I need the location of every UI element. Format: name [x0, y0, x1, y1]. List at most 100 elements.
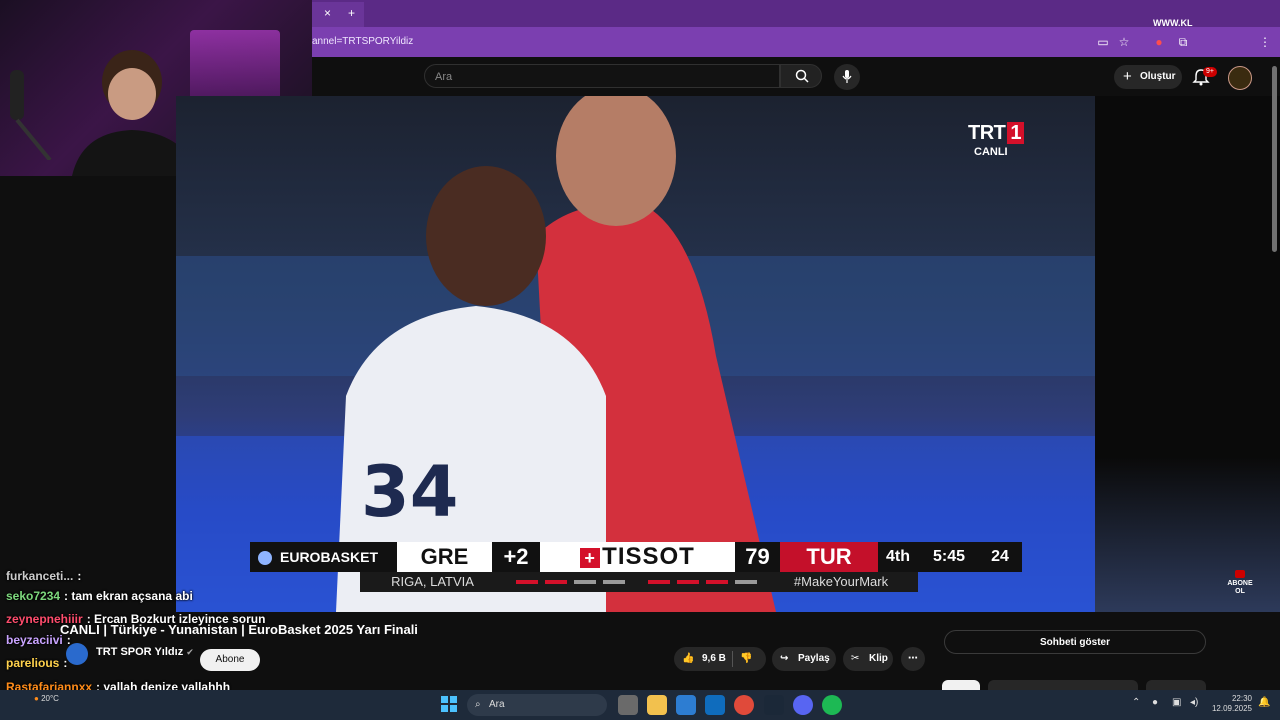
taskbar-search[interactable]: ⌕ Ara [467, 694, 607, 716]
tab-close-icon[interactable]: × [324, 6, 331, 20]
verified-icon: ✔ [186, 647, 194, 657]
windows-taskbar [0, 690, 1280, 720]
chat-text: : [63, 656, 68, 670]
eurobasket-logo-icon [258, 551, 272, 566]
chat-username[interactable]: parelious [6, 656, 59, 670]
plus-icon: + [1123, 68, 1132, 85]
chat-text: : tam ekran açsana abi [64, 589, 193, 603]
extensions-puzzle-icon[interactable]: ⧉ [1176, 35, 1190, 49]
like-count[interactable]: 9,6 B [702, 647, 726, 671]
voice-search-button[interactable] [834, 64, 860, 90]
file-explorer-icon[interactable] [647, 695, 667, 715]
chat-text: : [77, 569, 82, 583]
video-player[interactable]: 34 [176, 96, 1095, 612]
create-label: Oluştur [1140, 71, 1176, 82]
video-frame: 34 [176, 96, 1095, 612]
chat-message: seko7234 : tam ekran açsana abi [6, 589, 193, 603]
foul-indicator [677, 580, 699, 584]
chat-message: zeynepnehiiir: Ercan Bozkurt izleyince s… [6, 612, 265, 626]
taskbar-search-label: Ara [489, 699, 505, 710]
share-label: Paylaş [798, 653, 830, 664]
microphone-arm [10, 70, 52, 160]
bookmark-star-icon[interactable]: ☆ [1117, 35, 1131, 49]
browser-tab[interactable] [312, 2, 364, 27]
search-button[interactable] [780, 64, 822, 88]
game-location: RIGA, LATVIA [391, 574, 474, 589]
hashtag: #MakeYourMark [793, 574, 889, 589]
network-icon[interactable]: ▣ [1172, 697, 1181, 708]
create-button[interactable]: + Oluştur [1114, 65, 1182, 89]
share-icon: ↪ [780, 653, 789, 664]
chrome-icon[interactable] [734, 695, 754, 715]
score: 79 [745, 544, 770, 569]
tray-overflow-icon[interactable]: ⌃ [1132, 697, 1140, 708]
broadcaster-name: TRT [968, 122, 1006, 144]
clock-time: 22:30 [1231, 694, 1252, 703]
team-left: GRE [397, 542, 492, 572]
competition-name: EUROBASKET [258, 542, 398, 572]
subscribe-overlay-line2: OL [1235, 588, 1245, 595]
chat-username[interactable]: seko7234 [6, 589, 60, 603]
foul-indicator [516, 580, 538, 584]
task-view-icon[interactable] [618, 695, 638, 715]
sponsor-name: TISSOT [602, 543, 695, 570]
outlook-icon[interactable] [705, 695, 725, 715]
subscribe-overlay-line1: ABONE [1227, 580, 1253, 587]
like-icon[interactable]: 👍 [682, 647, 694, 671]
discord-icon[interactable] [793, 695, 813, 715]
channel-name-text: TRT SPOR Yıldız [96, 646, 184, 658]
chat-username[interactable]: beyzaciivi [6, 633, 63, 647]
cast-icon[interactable]: ▭ [1096, 35, 1110, 49]
page-scrollbar[interactable] [1272, 66, 1277, 252]
weather-temp: 20°C [41, 694, 59, 703]
share-button[interactable]: ↪ Paylaş [772, 647, 836, 671]
dislike-icon[interactable]: 👎 [740, 647, 752, 671]
search-icon [795, 69, 809, 83]
chat-text: : Ercan Bozkurt izleyince sorun [86, 612, 266, 626]
scissors-icon: ✂ [851, 653, 860, 664]
more-actions-button[interactable]: ⋯ [901, 647, 925, 671]
clock-date: 12.09.2025 [1211, 704, 1252, 713]
search-input[interactable]: Ara [424, 64, 780, 88]
start-button[interactable] [440, 695, 458, 713]
url-field[interactable]: annel=TRTSPORYildiz [312, 32, 1092, 52]
show-chat-button[interactable]: Sohbeti göster [944, 630, 1206, 654]
sponsor-logo: + TISSOT [540, 542, 735, 572]
subscribe-overlay[interactable]: ABONE OL [1226, 570, 1254, 596]
weather-icon: ● [34, 694, 39, 703]
like-dislike-group: 👍 9,6 B 👎 [674, 647, 766, 671]
team-right: TUR [780, 542, 878, 572]
broadcaster-number: 1 [1007, 122, 1025, 144]
windows-logo-icon [441, 696, 457, 712]
store-icon[interactable] [676, 695, 696, 715]
youtube-logo-icon [1235, 570, 1245, 578]
chat-username[interactable]: zeynepnehiiir [6, 612, 83, 626]
spotify-icon[interactable] [822, 695, 842, 715]
notification-badge: 9+ [1203, 67, 1217, 77]
svg-text:34: 34 [361, 451, 458, 533]
foul-indicator [545, 580, 567, 584]
foul-indicator [735, 580, 757, 584]
notification-center-icon[interactable]: 🔔 [1258, 697, 1270, 708]
subscribe-button[interactable]: Abone [200, 649, 260, 671]
video-side-area [1095, 96, 1280, 612]
channel-name[interactable]: TRT SPOR Yıldız ✔ [96, 646, 194, 658]
account-avatar[interactable] [1228, 66, 1252, 90]
microphone-icon [842, 70, 852, 83]
steam-icon[interactable] [764, 695, 784, 715]
search-icon: ⌕ [475, 699, 481, 710]
mic-tray-icon[interactable]: ● [1152, 697, 1158, 708]
weather-widget[interactable]: ● 20°C [34, 694, 59, 703]
tissot-cross-icon: + [580, 547, 601, 568]
shot-clock: 24 [991, 548, 1009, 565]
clip-button[interactable]: ✂ Klip [843, 647, 893, 671]
volume-icon[interactable]: ◂) [1190, 697, 1198, 708]
extension-icon[interactable]: ● [1152, 35, 1166, 49]
game-clock: 5:45 [932, 548, 966, 565]
broadcaster-logo: TRT 1 [968, 122, 1025, 145]
system-clock[interactable]: 22:30 12.09.2025 [1204, 694, 1252, 714]
chat-username[interactable]: furkanceti... [6, 569, 73, 583]
browser-menu-icon[interactable]: ⋮ [1258, 35, 1272, 49]
foul-indicator [603, 580, 625, 584]
new-tab-icon[interactable]: + [348, 6, 355, 20]
